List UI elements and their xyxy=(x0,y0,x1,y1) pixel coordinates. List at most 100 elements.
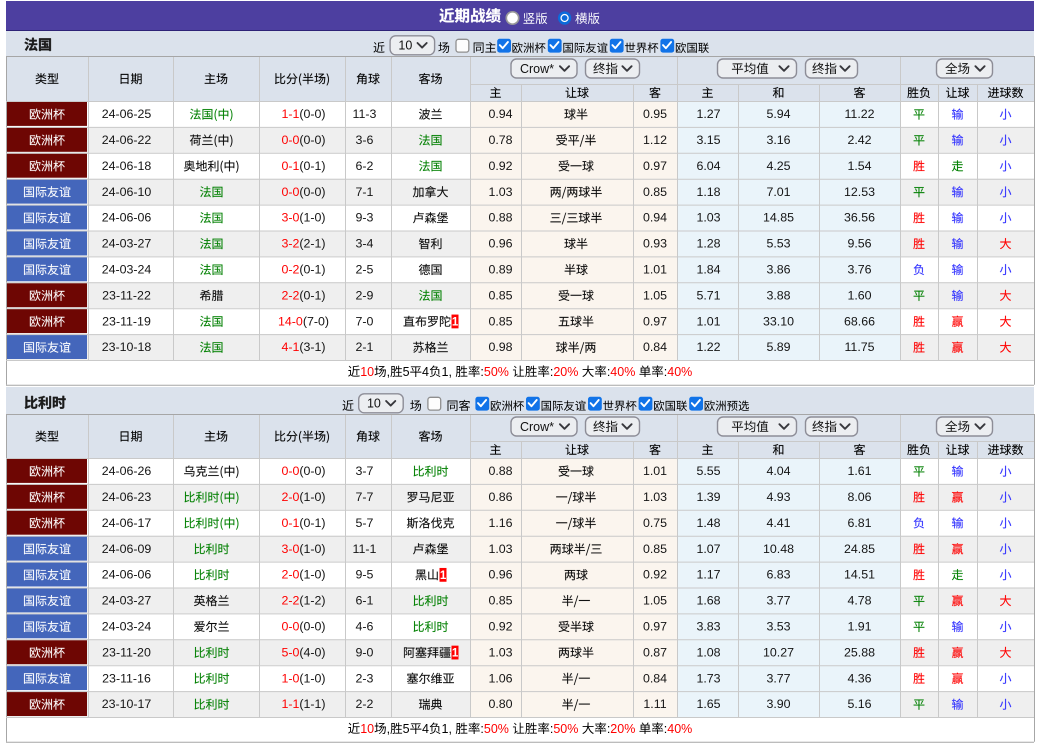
svg-text:0.85: 0.85 xyxy=(488,288,512,302)
svg-text:0.93: 0.93 xyxy=(643,237,667,251)
svg-text:1.08: 1.08 xyxy=(696,645,720,659)
svg-text:0.75: 0.75 xyxy=(643,516,667,530)
svg-text:10: 10 xyxy=(360,722,374,736)
svg-text:5.55: 5.55 xyxy=(696,464,720,478)
svg-text:0.85: 0.85 xyxy=(643,542,667,556)
svg-text:2-9: 2-9 xyxy=(356,288,374,302)
svg-text:0.92: 0.92 xyxy=(488,619,512,633)
svg-text:1.17: 1.17 xyxy=(696,568,720,582)
svg-text:24-06-22: 24-06-22 xyxy=(102,133,152,147)
svg-text:24-03-24: 24-03-24 xyxy=(102,262,152,276)
svg-text:24-06-06: 24-06-06 xyxy=(102,211,152,225)
svg-text:0.84: 0.84 xyxy=(643,671,667,685)
svg-text:10.27: 10.27 xyxy=(763,645,794,659)
svg-text:4.78: 4.78 xyxy=(847,594,871,608)
svg-text:(1-0): (1-0) xyxy=(299,542,325,556)
svg-text:3.90: 3.90 xyxy=(766,697,790,711)
svg-text:0-0: 0-0 xyxy=(281,133,299,147)
svg-text:0.98: 0.98 xyxy=(488,340,512,354)
svg-text:,: , xyxy=(387,365,390,379)
svg-text:1.60: 1.60 xyxy=(847,288,871,302)
svg-text:11.22: 11.22 xyxy=(844,107,874,121)
svg-text:3.77: 3.77 xyxy=(766,671,790,685)
svg-text:24-06-25: 24-06-25 xyxy=(102,107,152,121)
svg-text:3.76: 3.76 xyxy=(847,262,871,276)
svg-text:24-06-26: 24-06-26 xyxy=(102,464,152,478)
svg-text:0.94: 0.94 xyxy=(488,107,512,121)
svg-text:50%: 50% xyxy=(484,722,509,736)
svg-text:1.18: 1.18 xyxy=(696,185,720,199)
svg-text:6.04: 6.04 xyxy=(696,159,720,173)
svg-text:(1-2): (1-2) xyxy=(299,594,325,608)
svg-text:7.01: 7.01 xyxy=(766,185,790,199)
svg-text:1,: 1, xyxy=(442,722,452,736)
svg-text:6-2: 6-2 xyxy=(356,159,374,173)
svg-text:(0-1): (0-1) xyxy=(299,262,325,276)
svg-text:40%: 40% xyxy=(667,722,692,736)
svg-text:4.36: 4.36 xyxy=(847,671,871,685)
svg-text:0.85: 0.85 xyxy=(488,314,512,328)
svg-text:0.92: 0.92 xyxy=(643,568,667,582)
svg-text:,: , xyxy=(387,722,390,736)
svg-text:1.07: 1.07 xyxy=(696,542,720,556)
svg-text:9-3: 9-3 xyxy=(356,211,374,225)
svg-text:1.27: 1.27 xyxy=(696,107,720,121)
svg-text:0.85: 0.85 xyxy=(488,594,512,608)
svg-text:1: 1 xyxy=(452,648,459,660)
svg-text:6.83: 6.83 xyxy=(766,568,790,582)
svg-text:3.77: 3.77 xyxy=(766,594,790,608)
svg-text:6.81: 6.81 xyxy=(847,516,871,530)
svg-text:24-03-24: 24-03-24 xyxy=(102,619,152,633)
svg-text:5-7: 5-7 xyxy=(356,516,374,530)
svg-text:1.28: 1.28 xyxy=(696,237,720,251)
svg-text:0.87: 0.87 xyxy=(643,645,667,659)
svg-text:0-1: 0-1 xyxy=(281,159,299,173)
svg-text:(0-0): (0-0) xyxy=(299,107,325,121)
svg-text:25.88: 25.88 xyxy=(844,645,875,659)
svg-text:24-06-10: 24-06-10 xyxy=(102,185,152,199)
svg-text:Crow*: Crow* xyxy=(520,420,554,434)
svg-text:1.22: 1.22 xyxy=(696,340,720,354)
svg-text:1.54: 1.54 xyxy=(847,159,871,173)
svg-text:3.88: 3.88 xyxy=(766,288,790,302)
svg-text:0.86: 0.86 xyxy=(488,490,512,504)
svg-text:3.53: 3.53 xyxy=(766,619,790,633)
svg-text:24-06-23: 24-06-23 xyxy=(102,490,152,504)
svg-text:24-06-06: 24-06-06 xyxy=(102,568,152,582)
svg-text:0-2: 0-2 xyxy=(281,262,299,276)
svg-text:1.03: 1.03 xyxy=(488,185,512,199)
svg-text:1-1: 1-1 xyxy=(281,107,299,121)
svg-text:0-0: 0-0 xyxy=(281,619,299,633)
svg-text:1.06: 1.06 xyxy=(488,671,512,685)
svg-text:36.56: 36.56 xyxy=(844,211,875,225)
svg-text:(0-1): (0-1) xyxy=(299,159,325,173)
svg-text:68.66: 68.66 xyxy=(844,314,875,328)
svg-text:0-1: 0-1 xyxy=(281,516,299,530)
svg-text:2-3: 2-3 xyxy=(356,671,374,685)
svg-text:23-11-16: 23-11-16 xyxy=(102,671,151,685)
svg-text:0.78: 0.78 xyxy=(488,133,512,147)
svg-text:0-0: 0-0 xyxy=(281,185,299,199)
svg-text:11-1: 11-1 xyxy=(353,542,377,556)
svg-text:3-2: 3-2 xyxy=(281,237,299,251)
svg-text:7-7: 7-7 xyxy=(356,490,374,504)
svg-text:4-1: 4-1 xyxy=(281,340,299,354)
svg-text:1.01: 1.01 xyxy=(696,314,720,328)
svg-text:3.83: 3.83 xyxy=(696,619,720,633)
svg-text:1.01: 1.01 xyxy=(643,464,667,478)
svg-text:0.88: 0.88 xyxy=(488,211,512,225)
svg-text:1.03: 1.03 xyxy=(488,542,512,556)
svg-text:3-6: 3-6 xyxy=(356,133,374,147)
svg-text:3.15: 3.15 xyxy=(696,133,720,147)
svg-text:3-0: 3-0 xyxy=(281,211,299,225)
svg-text:2-2: 2-2 xyxy=(356,697,374,711)
svg-text:Crow*: Crow* xyxy=(520,62,554,76)
svg-text:(1-1): (1-1) xyxy=(299,697,325,711)
svg-text:5.16: 5.16 xyxy=(847,697,871,711)
svg-text:5: 5 xyxy=(403,365,410,379)
svg-text:0.84: 0.84 xyxy=(643,340,667,354)
svg-text:40%: 40% xyxy=(610,365,635,379)
svg-text:1.48: 1.48 xyxy=(696,516,720,530)
svg-text:1.05: 1.05 xyxy=(643,288,667,302)
svg-text:(1-0): (1-0) xyxy=(299,211,325,225)
